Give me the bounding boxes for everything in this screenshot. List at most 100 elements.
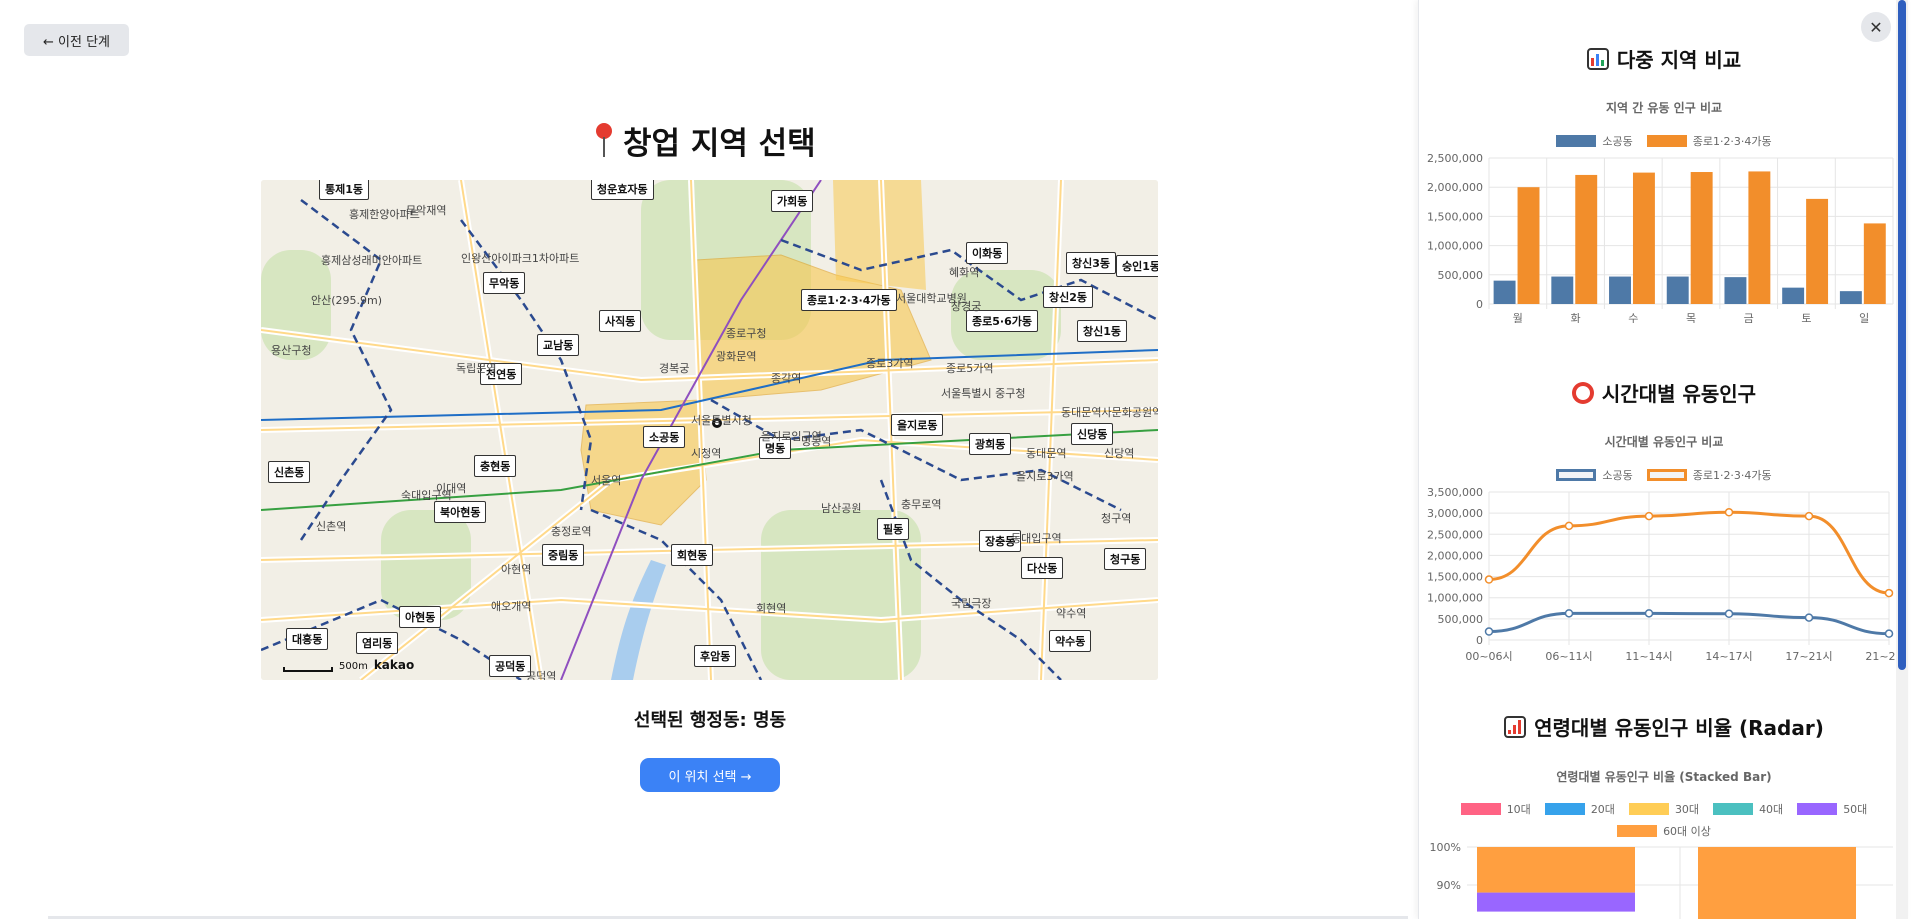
x-tick-label: 금: [1744, 312, 1754, 323]
map-poi-label: 이대역: [436, 482, 467, 495]
map-poi-label: 신촌역: [316, 520, 347, 533]
line-point: [1884, 629, 1894, 638]
vertical-scrollbar[interactable]: [1896, 0, 1908, 919]
back-button[interactable]: ← 이전 단계: [24, 24, 129, 56]
section-title-text: 다중 지역 비교: [1616, 48, 1742, 72]
map-poi-label: 홍제삼성래미안아파트: [321, 254, 423, 267]
map-view[interactable]: 500m kakao 통제1동 청운효자동가회동이화동 창신3동 숭인1동무악동사직동…: [261, 180, 1158, 680]
map-poi-label: 혜화역: [949, 266, 980, 279]
map-poi-label: 아현역: [501, 563, 532, 576]
stacked-bar-segment: [1698, 847, 1856, 919]
x-tick-label: 토: [1801, 312, 1811, 323]
map-scale: 500m kakao: [283, 658, 414, 672]
map-poi-label: 독립문역: [456, 362, 497, 375]
map-district-label[interactable]: 신당동: [1071, 423, 1114, 445]
y-tick-label: 3,500,000: [1427, 486, 1483, 499]
map-district-label[interactable]: 염리동: [356, 632, 399, 654]
y-tick-label: 2,500,000: [1427, 528, 1483, 541]
legend-item[interactable]: 소공동: [1556, 467, 1633, 483]
x-tick-label: 21~24시: [1865, 650, 1897, 662]
map-poi-label: 명동역: [801, 435, 832, 448]
map-district-label[interactable]: 청운효자동: [591, 180, 654, 200]
map-district-label[interactable]: 충현동: [474, 455, 517, 477]
y-tick-label: 0: [1476, 298, 1483, 311]
map-poi-label: 종로구청: [726, 327, 767, 340]
map-district-label[interactable]: 소공동: [643, 426, 686, 448]
map-poi-label: 서울특별시 중구청: [941, 387, 1026, 400]
map-poi-label: 동대문역: [1026, 447, 1067, 460]
map-district-label[interactable]: 다산동: [1021, 557, 1064, 579]
map-district-label[interactable]: 약수동: [1049, 630, 1092, 652]
line-chart-icon: [1504, 715, 1527, 738]
line-point: [1804, 613, 1814, 622]
map-district-label[interactable]: 창신3동: [1066, 252, 1117, 274]
pushpin-icon: [595, 122, 613, 159]
map-district-label[interactable]: 중림동: [542, 544, 585, 566]
map-district-label[interactable]: 통제1동: [319, 180, 370, 200]
map-scale-text: 500m: [339, 661, 368, 672]
map-poi-label: 신당역: [1104, 447, 1135, 460]
map-poi-label: 종각역: [771, 372, 802, 385]
y-tick-label: 90%: [1437, 879, 1461, 892]
y-tick-label: 3,000,000: [1427, 507, 1483, 520]
bar-mark: [1575, 174, 1598, 304]
map-district-label[interactable]: 후암동: [694, 645, 737, 667]
legend-item[interactable]: 40대: [1713, 801, 1783, 817]
select-location-button[interactable]: 이 위치 선택 →: [640, 758, 780, 792]
bar-mark: [1609, 276, 1631, 304]
map-district-label[interactable]: 교남동: [537, 334, 580, 356]
map-district-label[interactable]: 대흥동: [286, 628, 329, 650]
bar-mark: [1632, 172, 1655, 304]
map-district-label[interactable]: 사직동: [599, 310, 642, 332]
y-tick-label: 2,500,000: [1427, 152, 1483, 165]
bar-mark: [1666, 276, 1689, 304]
map-district-label[interactable]: 숭인1동: [1116, 255, 1158, 277]
chart-legend: 소공동 종로1·2·3·4가동: [1419, 133, 1908, 149]
map-district-label[interactable]: 창신2동: [1043, 286, 1094, 308]
map-poi-label: 광화문역: [716, 350, 757, 363]
map-district-label[interactable]: 신촌동: [268, 461, 311, 483]
map-district-label[interactable]: 창신1동: [1077, 320, 1128, 342]
section-title-hourly: 시간대별 유동인구: [1419, 378, 1908, 407]
line-point: [1484, 575, 1494, 584]
map-district-label[interactable]: 회현동: [671, 544, 714, 566]
map-district-label[interactable]: 을지로동: [891, 414, 944, 436]
app-root: ← 이전 단계 창업 지역 선택 500m kakao 통제1동 청운효자동 가회동…: [0, 0, 1920, 919]
legend-item[interactable]: 20대: [1544, 801, 1615, 817]
legend-item[interactable]: 50대: [1797, 801, 1867, 817]
map-district-label[interactable]: 가회동: [771, 190, 814, 212]
map-district-label[interactable]: 이화동: [966, 242, 1009, 264]
map-district-label[interactable]: 북아현동: [434, 501, 487, 523]
map-poi-label: 종로3가역: [866, 357, 914, 370]
close-icon[interactable]: ✕: [1861, 12, 1891, 42]
map-district-label[interactable]: 필동: [877, 518, 910, 540]
legend-item[interactable]: 10대: [1460, 801, 1531, 817]
chart-subtitle: 연령대별 유동인구 비율 (Stacked Bar): [1556, 770, 1772, 784]
map-poi-label: 동대입구역: [1011, 532, 1062, 545]
map-poi-label: 경복궁: [659, 362, 690, 375]
line-point: [1564, 521, 1574, 531]
map-poi-label: 회현역: [756, 602, 787, 615]
legend-item[interactable]: 소공동: [1556, 133, 1633, 149]
line-point: [1484, 627, 1494, 636]
legend-item[interactable]: 30대: [1628, 801, 1699, 817]
map-poi-label: 서울역: [591, 474, 622, 487]
map-poi-label: 용산구청: [271, 344, 312, 357]
chart-legend: 소공동 종로1·2·3·4가동: [1419, 467, 1908, 483]
line-point: [1644, 511, 1654, 521]
stacked-bar-age: 100% 90%: [1430, 841, 1893, 919]
y-tick-label: 500,000: [1438, 613, 1484, 626]
map-poi-label: 공덕역: [526, 670, 557, 680]
map-district-label[interactable]: 아현동: [399, 606, 442, 628]
legend-item[interactable]: 종로1·2·3·4가동: [1646, 133, 1772, 149]
map-poi-label: 인왕산아이파크1차아파트: [461, 252, 580, 265]
bar-mark: [1690, 172, 1713, 304]
legend-item[interactable]: 종로1·2·3·4가동: [1646, 467, 1772, 483]
map-district-label[interactable]: 청구동: [1104, 548, 1147, 570]
map-district-label[interactable]: 무악동: [483, 272, 526, 294]
line-point: [1644, 609, 1654, 618]
map-district-label[interactable]: 종로1·2·3·4가동: [801, 289, 897, 311]
map-poi-label: 충정로역: [551, 525, 592, 538]
y-tick-label: 1,500,000: [1427, 571, 1483, 584]
map-district-label[interactable]: 광희동: [969, 433, 1012, 455]
